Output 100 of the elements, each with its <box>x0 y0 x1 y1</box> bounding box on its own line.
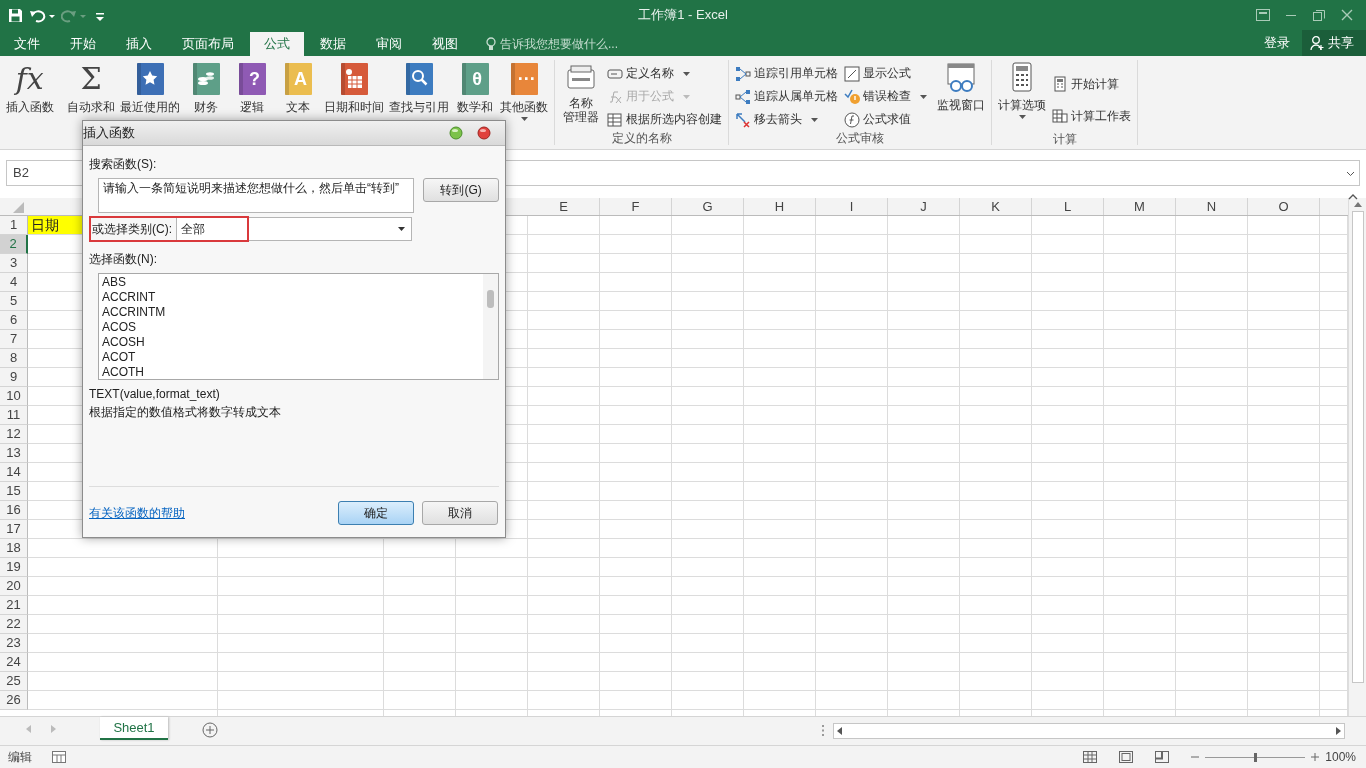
page-layout-icon[interactable] <box>1119 751 1134 763</box>
ribbon-button[interactable]: 财务 <box>183 60 230 114</box>
cancel-button[interactable]: 取消 <box>422 501 498 525</box>
row-header[interactable]: 22 <box>0 615 28 634</box>
scroll-right-icon[interactable] <box>51 725 56 733</box>
ribbon-button[interactable]: 开始计算 <box>1049 68 1134 100</box>
row-header[interactable]: 16 <box>0 501 28 520</box>
column-header[interactable]: K <box>960 198 1032 215</box>
splitter-icon[interactable] <box>822 725 825 736</box>
function-item[interactable]: ACOS <box>102 320 480 335</box>
horizontal-scrollbar[interactable] <box>833 723 1345 739</box>
undo-icon[interactable] <box>29 7 55 23</box>
ribbon-tab[interactable]: 公式 <box>250 32 304 56</box>
ribbon-button[interactable]: 最近使用的 <box>117 60 184 114</box>
save-icon[interactable] <box>8 7 23 23</box>
row-header[interactable]: 2 <box>0 235 28 254</box>
row-header[interactable]: 11 <box>0 406 28 425</box>
column-header[interactable]: E <box>528 198 600 215</box>
zoom-out-icon[interactable] <box>1191 753 1200 761</box>
zoom-in-icon[interactable] <box>1311 753 1320 761</box>
search-field[interactable]: 请输入一条简短说明来描述您想做什么，然后单击“转到” <box>98 178 415 213</box>
ribbon-tab[interactable]: 数据 <box>306 32 360 56</box>
row-header[interactable]: 8 <box>0 349 28 368</box>
ribbon-button[interactable]: Σ 自动求和 <box>64 60 118 114</box>
row-header[interactable]: 17 <box>0 520 28 539</box>
ribbon-tab[interactable]: 审阅 <box>362 32 416 56</box>
column-header[interactable]: O <box>1248 198 1320 215</box>
row-header[interactable]: 3 <box>0 254 28 273</box>
column-header[interactable]: N <box>1176 198 1248 215</box>
close-icon[interactable] <box>1340 9 1354 21</box>
ribbon-button[interactable]: 追踪从属单元格 <box>732 85 841 108</box>
ribbon-button[interactable]: fx 插入函数 <box>3 60 57 114</box>
ribbon-button[interactable]: A 文本 <box>275 60 322 114</box>
column-header[interactable]: L <box>1032 198 1104 215</box>
ribbon-button[interactable]: 计算选项 <box>995 60 1049 119</box>
name-box[interactable]: B2 <box>6 160 84 186</box>
category-dropdown[interactable]: 全部 <box>176 217 412 241</box>
ribbon-button[interactable]: 公式求值 <box>841 108 930 131</box>
function-item[interactable]: ACOTH <box>102 365 480 379</box>
ribbon-button[interactable]: 显示公式 <box>841 62 930 85</box>
ribbon-tab[interactable]: 文件 <box>0 32 54 56</box>
row-header[interactable]: 24 <box>0 653 28 672</box>
row-header[interactable]: 18 <box>0 539 28 558</box>
ribbon-button[interactable]: 定义名称 <box>604 62 725 85</box>
vertical-scrollbar[interactable] <box>1348 198 1366 716</box>
close-icon[interactable] <box>477 126 491 140</box>
row-header[interactable]: 25 <box>0 672 28 691</box>
ribbon-button[interactable]: 错误检查 <box>841 85 930 108</box>
function-item[interactable]: ACCRINT <box>102 290 480 305</box>
row-header[interactable]: 5 <box>0 292 28 311</box>
row-header[interactable]: 7 <box>0 330 28 349</box>
page-break-icon[interactable] <box>1155 751 1170 763</box>
ribbon-button[interactable]: θ 数学和 <box>451 60 498 114</box>
ribbon-button[interactable]: 追踪引用单元格 <box>732 62 841 85</box>
function-item[interactable]: ACOT <box>102 350 480 365</box>
function-item[interactable]: ABS <box>102 275 480 290</box>
add-sheet-icon[interactable] <box>202 722 218 738</box>
row-header[interactable]: 20 <box>0 577 28 596</box>
ribbon-button[interactable]: 根据所选内容创建 <box>604 108 725 131</box>
ribbon-button[interactable]: 日期和时间 <box>321 60 387 114</box>
column-header[interactable]: I <box>816 198 888 215</box>
ribbon-tab[interactable]: 视图 <box>418 32 472 56</box>
column-header[interactable]: J <box>888 198 960 215</box>
row-header[interactable]: 14 <box>0 463 28 482</box>
ribbon-button[interactable]: 查找与引用 <box>386 60 452 114</box>
ok-button[interactable]: 确定 <box>338 501 414 525</box>
row-header[interactable]: 15 <box>0 482 28 501</box>
help-icon[interactable] <box>449 126 463 140</box>
function-item[interactable]: ACOSH <box>102 335 480 350</box>
ribbon-display-icon[interactable] <box>1256 9 1270 21</box>
ribbon-button[interactable]: ? 逻辑 <box>229 60 276 114</box>
row-header[interactable]: 4 <box>0 273 28 292</box>
column-header[interactable]: H <box>744 198 816 215</box>
row-header[interactable]: 21 <box>0 596 28 615</box>
tell-me-field[interactable]: 告诉我您想要做什么... <box>486 32 618 56</box>
share-button[interactable]: 共享 <box>1302 30 1366 56</box>
help-link[interactable]: 有关该函数的帮助 <box>89 504 185 522</box>
zoom-level[interactable]: 100% <box>1325 750 1356 764</box>
row-header[interactable]: 10 <box>0 387 28 406</box>
row-header[interactable]: 9 <box>0 368 28 387</box>
ribbon-button[interactable]: 计算工作表 <box>1049 100 1134 132</box>
list-scrollbar[interactable] <box>483 274 498 379</box>
function-item[interactable]: ACCRINTM <box>102 305 480 320</box>
column-header[interactable]: F <box>600 198 672 215</box>
ribbon-button[interactable]: ··· 其他函数 <box>497 60 551 121</box>
ribbon-button[interactable]: 监视窗口 <box>934 60 988 112</box>
column-header[interactable]: M <box>1104 198 1176 215</box>
row-header[interactable]: 23 <box>0 634 28 653</box>
normal-view-icon[interactable] <box>1083 751 1098 763</box>
ribbon-button[interactable]: 名称 管理器 <box>558 60 604 124</box>
row-header[interactable]: 19 <box>0 558 28 577</box>
row-header[interactable]: 13 <box>0 444 28 463</box>
row-header[interactable]: 6 <box>0 311 28 330</box>
row-header[interactable]: 1 <box>0 216 28 235</box>
ribbon-button[interactable]: 移去箭头 <box>732 108 841 131</box>
slider-thumb[interactable] <box>1253 752 1257 762</box>
row-header[interactable]: 26 <box>0 691 28 710</box>
sheet-tab[interactable]: Sheet1 <box>100 717 168 740</box>
macro-record-icon[interactable] <box>52 751 66 763</box>
column-header[interactable]: G <box>672 198 744 215</box>
